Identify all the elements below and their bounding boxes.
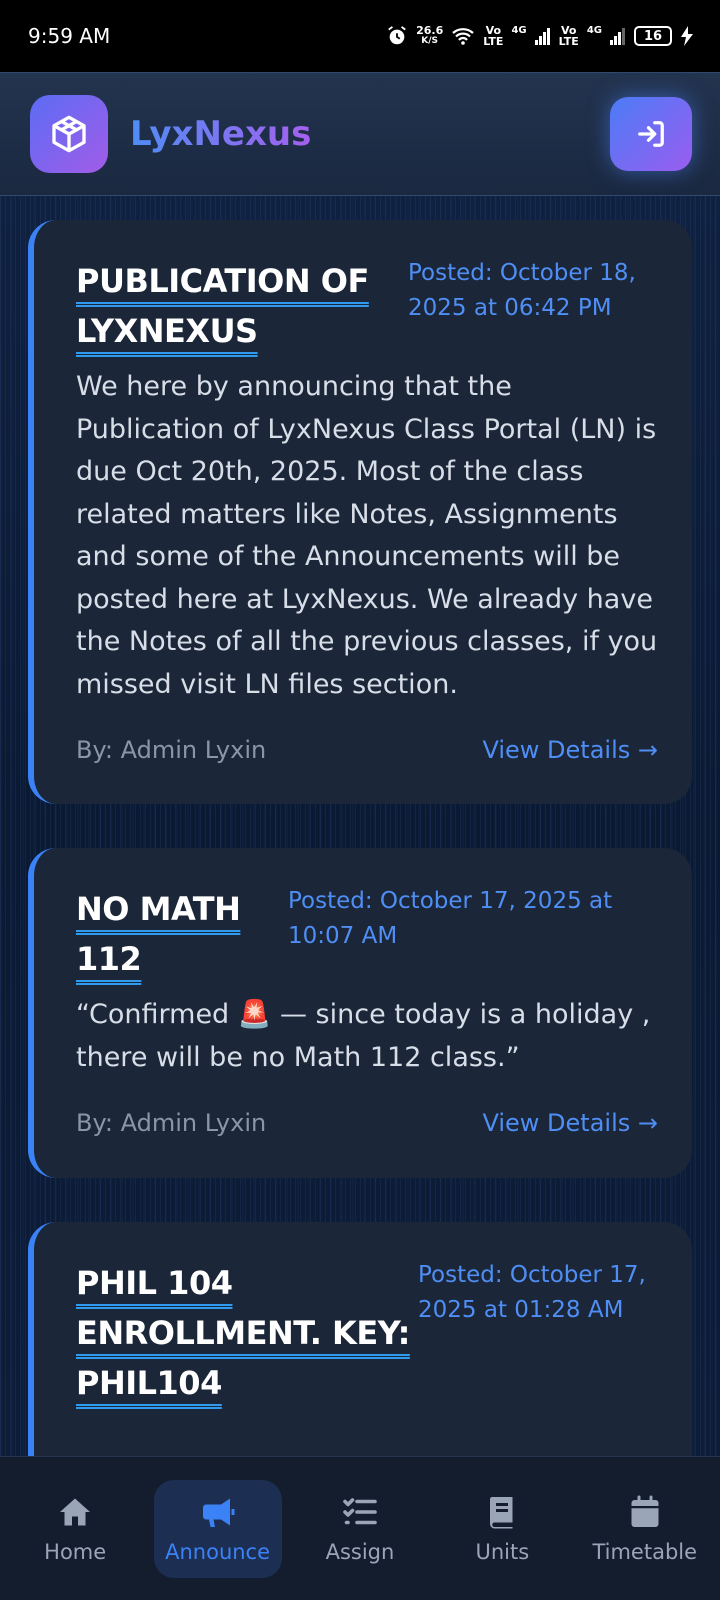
sim1-network: 4G [511,25,527,36]
nav-units[interactable]: Units [438,1480,566,1578]
nav-announce-label: Announce [165,1539,271,1564]
login-button[interactable] [610,97,692,171]
nav-timetable[interactable]: Timetable [581,1480,709,1578]
bottom-navigation: Home Announce Assign Units Timetable [0,1456,720,1600]
view-details-link[interactable]: View Details → [482,736,658,764]
posted-date: Posted: October 18, 2025 at 06:42 PM [408,260,636,321]
wifi-icon [452,28,474,45]
brand[interactable]: LyxNexus [30,95,311,173]
nav-units-label: Units [475,1539,530,1564]
card-footer: By: Admin Lyxin View Details → [76,1109,658,1137]
status-icons: 26.6 K/S Vo LTE 4G Vo LTE 4G 16 [386,25,694,47]
home-icon [60,1498,91,1525]
cube-icon [30,95,108,173]
nav-assign[interactable]: Assign [296,1480,424,1578]
nav-home[interactable]: Home [11,1480,139,1578]
card-header: NO MATH 112 Posted: October 17, 2025 at … [76,884,658,984]
announcement-feed[interactable]: PUBLICATION OF LYXNEXUS Posted: October … [0,196,720,1456]
signal-icon [610,28,625,45]
card-footer: By: Admin Lyxin View Details → [76,736,658,764]
task-list-icon [343,1497,377,1524]
sim2-network: 4G [586,25,602,36]
status-bar: 9:59 AM 26.6 K/S Vo LTE 4G Vo LTE 4G 16 [0,0,720,72]
book-icon [490,1496,513,1528]
nav-timetable-label: Timetable [592,1539,698,1564]
calendar-icon [631,1495,659,1527]
announcement-title: NO MATH 112 [76,890,241,978]
announcement-body: “Confirmed 🚨 — since today is a holiday … [76,999,651,1073]
announcement-card[interactable]: PUBLICATION OF LYXNEXUS Posted: October … [28,220,692,804]
alarm-icon [388,26,406,45]
app-header: LyxNexus [0,72,720,196]
announcement-body: We here by announcing that the Publicati… [76,371,658,700]
announcement-card[interactable]: NO MATH 112 Posted: October 17, 2025 at … [28,848,692,1178]
signal-icon [534,28,550,45]
status-time: 9:59 AM [28,24,111,48]
net-speed: 26.6 K/S [416,24,444,46]
nav-announce[interactable]: Announce [153,1479,282,1578]
author-label: By: Admin Lyxin [76,736,267,764]
announcement-title: PHIL 104 ENROLLMENT. KEY: PHIL104 [76,1264,410,1402]
nav-home-label: Home [44,1539,107,1564]
charging-icon [681,26,693,46]
posted-date: Posted: October 17, 2025 at 10:07 AM [288,888,613,949]
posted-date: Posted: October 17, 2025 at 01:28 AM [418,1262,646,1323]
battery-indicator: 16 [634,26,672,46]
sign-in-icon [638,121,664,147]
megaphone-icon [202,1498,235,1527]
nav-assign-label: Assign [325,1539,395,1564]
author-label: By: Admin Lyxin [76,1109,267,1137]
app-title: LyxNexus [130,114,312,154]
card-header: PUBLICATION OF LYXNEXUS Posted: October … [76,256,658,356]
view-details-link[interactable]: View Details → [482,1109,658,1137]
announcement-card[interactable]: PHIL 104 ENROLLMENT. KEY: PHIL104 Posted… [28,1222,692,1456]
card-header: PHIL 104 ENROLLMENT. KEY: PHIL104 Posted… [76,1258,658,1408]
sim1-volte: Vo LTE [483,24,504,48]
sim2-volte: Vo LTE [558,24,579,48]
announcement-title: PUBLICATION OF LYXNEXUS [76,262,369,350]
